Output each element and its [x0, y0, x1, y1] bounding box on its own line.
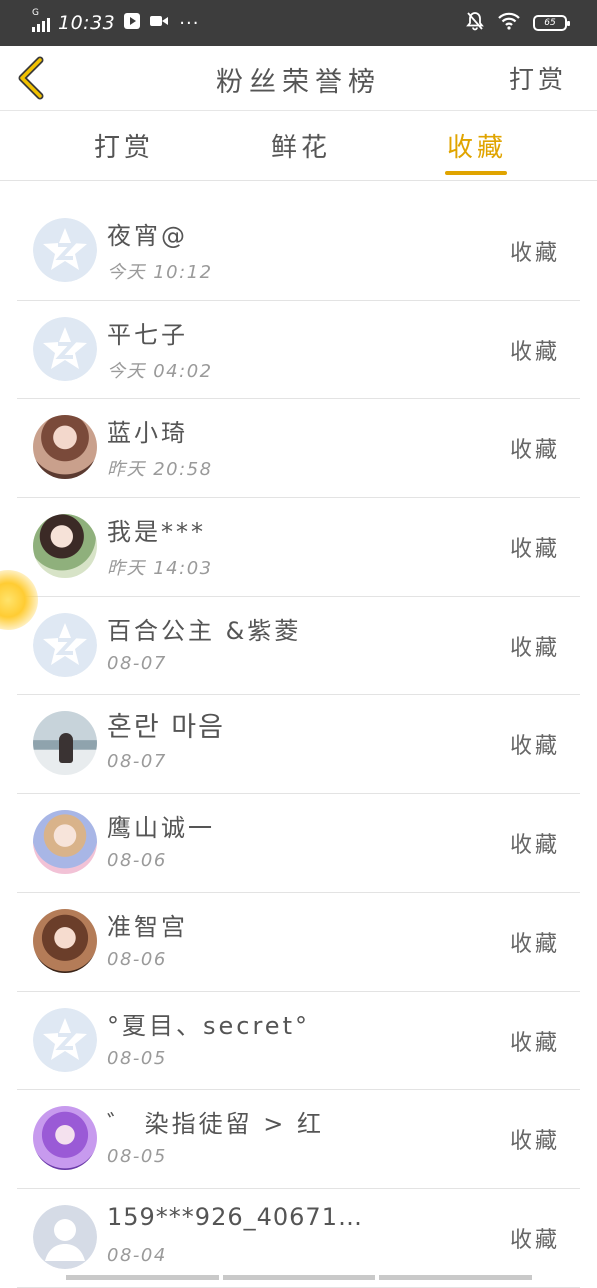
favorite-label: 收藏	[509, 734, 560, 760]
favorite-label: 收藏	[509, 635, 560, 661]
fan-time: 今天 10:12	[107, 262, 213, 283]
fan-time: 08-07	[107, 652, 167, 674]
favorite-label: 收藏	[509, 931, 560, 957]
default-star-logo-icon	[33, 218, 97, 282]
list-item[interactable]: 夜宵@ 今天 10:12 收藏	[17, 202, 580, 301]
fan-list: 夜宵@ 今天 10:12 收藏 平七子 今天 04:02 收藏 蓝小琦 昨天 2…	[0, 202, 597, 1288]
list-item[interactable]: °夏目、secret° 08-05 收藏	[17, 992, 580, 1091]
list-item[interactable]: ゛ 染指徒留 > 红 08-05 收藏	[17, 1090, 580, 1189]
avatar	[33, 1007, 97, 1072]
avatar	[33, 1106, 97, 1171]
battery-level: 65	[544, 18, 556, 28]
avatar	[33, 1204, 97, 1269]
favorite-label: 收藏	[509, 1030, 560, 1056]
favorite-label: 收藏	[509, 339, 560, 365]
fan-time: 08-05	[107, 1146, 167, 1168]
avatar	[33, 415, 97, 480]
fan-name: 我是***	[107, 518, 206, 547]
fan-time: 08-06	[107, 850, 167, 872]
list-item[interactable]: 蓝小琦 昨天 20:58 收藏	[17, 399, 580, 499]
fan-name: 准智宫	[107, 912, 188, 941]
favorite-label: 收藏	[509, 1129, 560, 1155]
avatar	[33, 612, 97, 677]
page-title: 粉丝荣誉榜	[216, 67, 381, 98]
fan-name: 혼란 마음	[107, 712, 225, 744]
avatar	[33, 810, 97, 875]
default-star-logo-icon	[33, 1007, 97, 1072]
video-camera-icon	[149, 13, 169, 33]
avatar	[33, 514, 97, 579]
fan-time: 08-05	[107, 1047, 167, 1069]
fan-time: 08-07	[107, 751, 167, 773]
fan-name: °夏目、secret°	[107, 1011, 310, 1040]
avatar	[33, 316, 97, 381]
favorite-label: 收藏	[509, 438, 560, 464]
tab-favorites[interactable]: 收藏	[447, 127, 507, 164]
avatar	[33, 908, 97, 973]
video-player-icon	[123, 12, 141, 34]
status-time: 10:33	[58, 12, 116, 34]
fan-time: 昨天 14:03	[107, 558, 213, 580]
fan-name: ゛ 染指徒留 > 红	[107, 1110, 324, 1139]
bottom-scroll-hint	[66, 1275, 533, 1280]
fan-name: 百合公主 &紫菱	[107, 616, 302, 645]
mute-bell-icon	[465, 11, 485, 35]
list-item[interactable]: 准智宫 08-06 收藏	[17, 893, 580, 992]
avatar	[33, 218, 97, 282]
fan-name: 平七子	[107, 320, 188, 349]
list-item[interactable]: 百合公主 &紫菱 08-07 收藏	[17, 597, 580, 696]
list-item[interactable]: 我是*** 昨天 14:03 收藏	[17, 498, 580, 597]
signal-label: G	[32, 8, 39, 18]
tab-tips[interactable]: 打赏	[94, 127, 154, 164]
fan-name: 鹰山诚一	[107, 814, 215, 843]
avatar	[33, 711, 97, 776]
person-placeholder-icon	[33, 1204, 97, 1269]
fan-name: 159***926_40671…	[107, 1202, 363, 1231]
tab-bar: 打赏 鲜花 收藏	[0, 111, 597, 181]
signal-icon: G	[32, 8, 50, 32]
list-item[interactable]: 鹰山诚一 08-06 收藏	[17, 794, 580, 893]
fan-time: 08-04	[107, 1244, 167, 1266]
favorite-label: 收藏	[509, 1227, 560, 1253]
tip-button[interactable]: 打赏	[509, 60, 567, 96]
list-item[interactable]: 平七子 今天 04:02 收藏	[17, 301, 580, 400]
active-tab-indicator	[445, 171, 507, 175]
default-star-logo-icon	[33, 316, 97, 381]
fan-name: 蓝小琦	[107, 419, 188, 448]
tab-flowers[interactable]: 鲜花	[271, 127, 331, 164]
fan-time: 今天 04:02	[107, 360, 213, 382]
fan-name: 夜宵@	[107, 222, 188, 250]
more-notifications-icon: ···	[179, 12, 200, 34]
battery-icon: 65	[533, 15, 570, 31]
list-item[interactable]: 혼란 마음 08-07 收藏	[17, 695, 580, 795]
default-star-logo-icon	[33, 612, 97, 677]
fan-time: 08-06	[107, 948, 167, 970]
list-item[interactable]: 159***926_40671… 08-04 收藏	[17, 1189, 580, 1288]
wifi-icon	[497, 12, 521, 34]
status-bar: G 10:33 ··· 65	[0, 0, 597, 46]
title-bar: 粉丝荣誉榜 打赏	[0, 46, 597, 111]
favorite-label: 收藏	[509, 537, 560, 563]
fan-time: 昨天 20:58	[107, 459, 213, 481]
favorite-label: 收藏	[509, 241, 560, 266]
favorite-label: 收藏	[509, 833, 560, 859]
